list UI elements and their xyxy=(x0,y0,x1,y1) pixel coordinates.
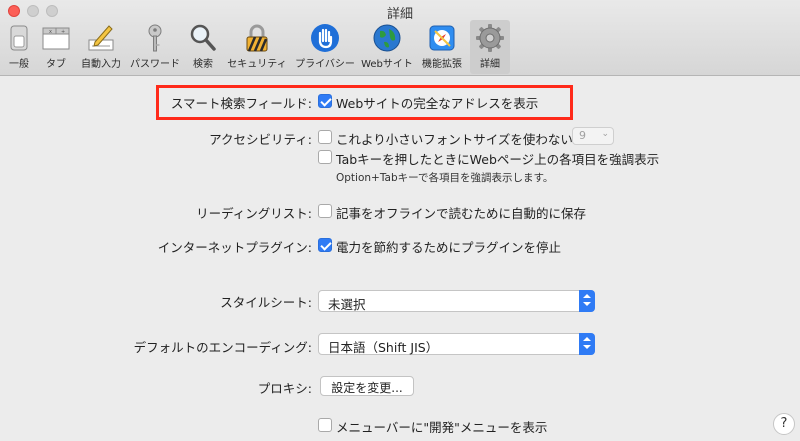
smart-search-checkbox-label: Webサイトの完全なアドレスを表示 xyxy=(336,96,539,111)
encoding-select[interactable]: 日本語（Shift JIS） xyxy=(318,333,595,355)
accessibility-label: アクセシビリティ: xyxy=(209,132,312,147)
tab-autofill[interactable]: 自動入力 xyxy=(78,20,124,74)
min-font-size-value: 9 xyxy=(579,129,586,142)
develop-menu-checkbox[interactable] xyxy=(318,418,332,432)
smart-search-label: スマート検索フィールド: xyxy=(170,96,312,111)
min-font-size-label: これより小さいフォントサイズを使わない: xyxy=(336,132,578,147)
tab-passwords[interactable]: パスワード xyxy=(126,20,184,74)
internet-plugins-label: インターネットプラグイン: xyxy=(157,240,312,255)
svg-text:+: + xyxy=(61,29,65,35)
tab-general[interactable]: 一般 xyxy=(2,20,36,74)
tab-tabs[interactable]: x + タブ xyxy=(38,20,74,74)
switch-icon xyxy=(10,25,28,51)
encoding-value: 日本語（Shift JIS） xyxy=(328,340,439,355)
preferences-window: 詳細 一般 x + タブ 自動入力 パスワード 検索 セキュリティ プライバシー… xyxy=(0,0,800,441)
tab-security-label: セキュリティ xyxy=(227,59,287,70)
style-sheet-label: スタイルシート: xyxy=(220,295,312,310)
tab-privacy[interactable]: プライバシー xyxy=(292,20,358,74)
tabs-window-icon: x + xyxy=(42,27,70,50)
tab-websites[interactable]: Webサイト xyxy=(360,20,414,74)
tab-security[interactable]: セキュリティ xyxy=(224,20,290,74)
internet-plugins-checkbox-label: 電力を節約するためにプラグインを停止 xyxy=(336,240,562,255)
tab-tabs-label: タブ xyxy=(46,59,66,70)
gear-icon xyxy=(476,24,504,52)
key-icon xyxy=(148,24,162,52)
tab-search[interactable]: 検索 xyxy=(186,20,220,74)
svg-text:x: x xyxy=(49,29,52,35)
tab-general-label: 一般 xyxy=(9,59,29,70)
tab-privacy-label: プライバシー xyxy=(295,59,355,70)
reading-list-checkbox-label: 記事をオフラインで読むために自動的に保存 xyxy=(336,206,587,221)
tab-passwords-label: パスワード xyxy=(130,59,180,70)
tab-autofill-label: 自動入力 xyxy=(81,59,121,70)
tab-highlight-note: Option+Tabキーで各項目を強調表示します。 xyxy=(336,172,554,184)
tab-search-label: 検索 xyxy=(193,59,213,70)
select-arrows-icon xyxy=(579,333,595,355)
tab-highlight-label: Tabキーを押したときにWebページ上の各項目を強調表示 xyxy=(336,152,660,167)
internet-plugins-checkbox[interactable] xyxy=(318,238,332,252)
tab-advanced[interactable]: 詳細 xyxy=(470,20,510,74)
reading-list-label: リーディングリスト: xyxy=(196,206,312,221)
tab-highlight-checkbox[interactable] xyxy=(318,150,332,164)
hand-icon xyxy=(311,24,339,52)
globe-icon xyxy=(373,24,401,52)
min-font-size-checkbox[interactable] xyxy=(318,130,332,144)
magnifier-icon xyxy=(190,24,216,51)
proxy-label: プロキシ: xyxy=(257,381,312,396)
help-button[interactable]: ? xyxy=(773,413,795,435)
pencil-form-icon xyxy=(88,25,114,51)
min-font-size-select[interactable]: 9 ⌄ xyxy=(572,127,614,145)
tab-websites-label: Webサイト xyxy=(361,59,413,70)
tab-extensions[interactable]: 機能拡張 xyxy=(416,20,468,74)
encoding-label: デフォルトのエンコーディング: xyxy=(133,340,312,355)
lock-icon xyxy=(246,24,268,52)
select-arrows-icon xyxy=(579,290,595,312)
title-bar: 詳細 一般 x + タブ 自動入力 パスワード 検索 セキュリティ プライバシー… xyxy=(0,0,800,76)
develop-menu-checkbox-label: メニューバーに"開発"メニューを表示 xyxy=(336,420,548,435)
reading-list-checkbox[interactable] xyxy=(318,204,332,218)
tab-advanced-label: 詳細 xyxy=(480,59,500,70)
style-sheet-select[interactable]: 未選択 xyxy=(318,290,595,312)
style-sheet-value: 未選択 xyxy=(328,297,366,312)
chevron-down-icon: ⌄ xyxy=(601,129,609,139)
extensions-compass-icon xyxy=(429,25,455,51)
change-proxy-settings-button[interactable]: 設定を変更... xyxy=(320,376,414,396)
tab-extensions-label: 機能拡張 xyxy=(422,59,462,70)
smart-search-checkbox[interactable] xyxy=(318,94,332,108)
